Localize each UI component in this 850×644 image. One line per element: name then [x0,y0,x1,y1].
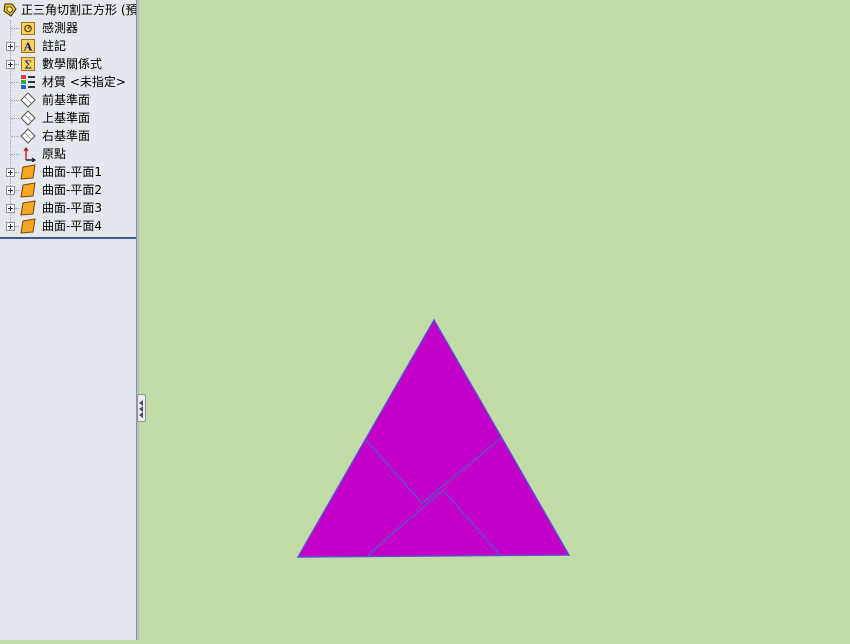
expand-toggle[interactable] [6,42,15,51]
svg-text:A: A [23,41,33,54]
annotations-icon: A [21,39,35,54]
triangle-model[interactable] [296,318,571,558]
tree-item-label: 曲面-平面3 [42,201,102,215]
origin-icon [23,146,36,162]
tree-item-front-plane[interactable]: 前基準面 [0,91,136,109]
tree-item-sensors[interactable]: 感測器 [0,19,136,37]
tree-item-top-plane[interactable]: 上基準面 [0,109,136,127]
expand-toggle[interactable] [6,204,15,213]
expand-toggle[interactable] [6,186,15,195]
surface-icon [20,182,36,198]
tree-item-label: 原點 [42,147,67,161]
tree-root-part[interactable]: 正三角切割正方形 (預 [0,1,136,19]
tree-item-label: 曲面-平面2 [42,183,102,197]
surface-icon [20,218,36,234]
panel-divider[interactable] [136,0,139,640]
tree-item-right-plane[interactable]: 右基準面 [0,127,136,145]
tree-item-material[interactable]: 材質 <未指定> [0,73,136,91]
tree-item-label: 曲面-平面4 [42,219,102,233]
tree-item-label: 數學關係式 [42,57,103,71]
tree-item-equations[interactable]: Σ 數學關係式 [0,55,136,73]
expand-toggle[interactable] [6,168,15,177]
tree-root-label: 正三角切割正方形 (預 [21,3,136,17]
surface-icon [20,164,36,180]
expand-toggle[interactable] [6,222,15,231]
svg-text:Σ: Σ [24,59,32,72]
tree-item-label: 曲面-平面1 [42,165,102,179]
model-canvas[interactable] [140,0,850,640]
tree-item-surface-plane-1[interactable]: 曲面-平面1 [0,163,136,181]
tree-item-label: 前基準面 [42,93,91,107]
tree-item-label: 註記 [42,39,67,53]
tree-item-label: 上基準面 [42,111,91,125]
plane-icon [20,92,36,108]
part-icon [3,3,17,17]
sensors-icon [21,22,35,35]
surface-icon [20,200,36,216]
tree-item-origin[interactable]: 原點 [0,145,136,163]
plane-icon [20,110,36,126]
plane-icon [20,128,36,144]
feature-manager-tree: 正三角切割正方形 (預 感測器 A 註記 Σ 數學關係式 材質 <未指定> 前基… [0,0,136,640]
tree-item-annotations[interactable]: A 註記 [0,37,136,55]
tree-item-surface-plane-2[interactable]: 曲面-平面2 [0,181,136,199]
tree-item-surface-plane-4[interactable]: 曲面-平面4 [0,217,136,235]
graphics-viewport[interactable] [140,0,850,640]
tree-item-label: 右基準面 [42,129,91,143]
equations-icon: Σ [21,57,35,72]
material-icon [21,75,35,89]
tree-item-label: 材質 <未指定> [42,75,126,89]
tree-item-label: 感測器 [42,21,79,35]
rollback-bar[interactable] [0,237,136,239]
expand-toggle[interactable] [6,60,15,69]
tree-item-surface-plane-3[interactable]: 曲面-平面3 [0,199,136,217]
